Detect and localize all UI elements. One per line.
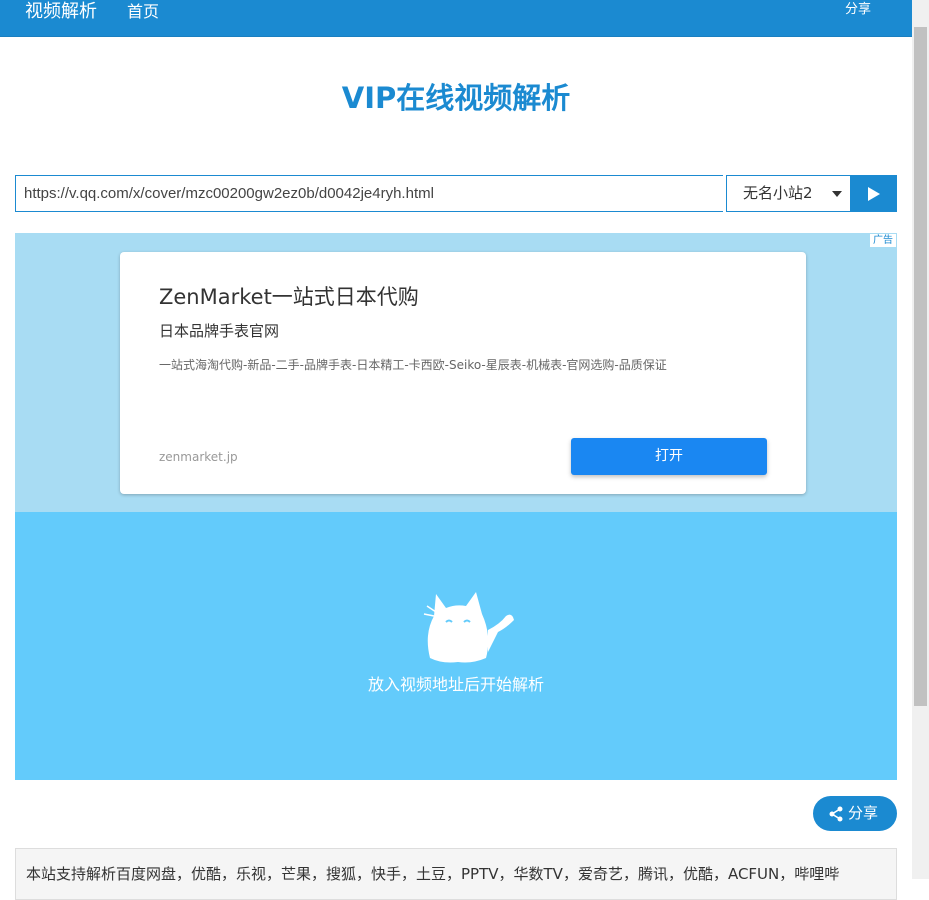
- parse-play-button[interactable]: [851, 175, 897, 212]
- supported-sites-text: 本站支持解析百度网盘，优酷，乐视，芒果，搜狐，快手，土豆，PPTV，华数TV，爱…: [26, 865, 840, 883]
- video-player-area[interactable]: 放入视频地址后开始解析: [15, 512, 897, 780]
- caret-down-icon: [832, 191, 842, 197]
- ad-open-button[interactable]: 打开: [571, 438, 767, 475]
- video-url-input[interactable]: [15, 175, 723, 212]
- nav-home-link[interactable]: 首页: [127, 2, 159, 22]
- source-selected-label: 无名小站2: [743, 184, 813, 202]
- ad-banner: 广告 ZenMarket一站式日本代购 日本品牌手表官网 一站式海淘代购-新品-…: [15, 233, 897, 512]
- player-placeholder-message: 放入视频地址后开始解析: [367, 675, 544, 694]
- ad-subtitle: 日本品牌手表官网: [159, 322, 280, 340]
- share-button[interactable]: 分享: [813, 796, 897, 831]
- scrollbar-thumb[interactable]: [914, 27, 927, 706]
- play-icon: [868, 187, 880, 201]
- ad-title[interactable]: ZenMarket一站式日本代购: [159, 283, 419, 311]
- page-title: VIP在线视频解析: [341, 81, 571, 115]
- source-select[interactable]: 无名小站2: [726, 175, 851, 212]
- ad-description: 一站式海淘代购-新品-二手-品牌手表-日本精工-卡西欧-Seiko-星辰表-机械…: [159, 358, 667, 372]
- search-bar: 无名小站2: [15, 175, 897, 212]
- top-navbar: 视频解析 首页 分享: [0, 0, 912, 37]
- ad-domain: zenmarket.jp: [159, 450, 238, 464]
- nav-share-link[interactable]: 分享: [845, 2, 871, 18]
- supported-sites-info: 本站支持解析百度网盘，优酷，乐视，芒果，搜狐，快手，土豆，PPTV，华数TV，爱…: [15, 848, 897, 900]
- vertical-scrollbar[interactable]: [912, 0, 929, 879]
- ad-badge[interactable]: 广告: [870, 234, 896, 247]
- brand-logo-text[interactable]: 视频解析: [25, 1, 97, 23]
- ad-card[interactable]: ZenMarket一站式日本代购 日本品牌手表官网 一站式海淘代购-新品-二手-…: [120, 252, 806, 494]
- share-icon: [829, 806, 843, 822]
- share-button-label: 分享: [848, 804, 879, 822]
- cat-icon: [423, 592, 514, 663]
